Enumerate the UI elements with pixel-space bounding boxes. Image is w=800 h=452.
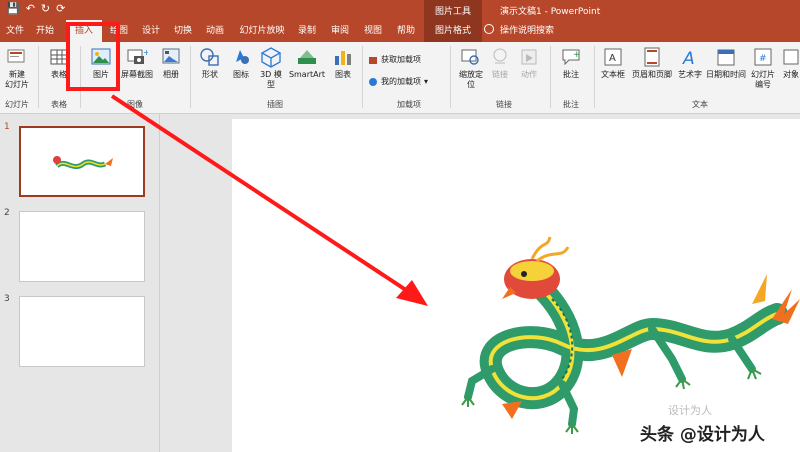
annotation-arrow [110, 94, 428, 306]
watermark: 设计为人 [668, 404, 712, 417]
caption: 头条 @设计为人 [640, 425, 765, 445]
